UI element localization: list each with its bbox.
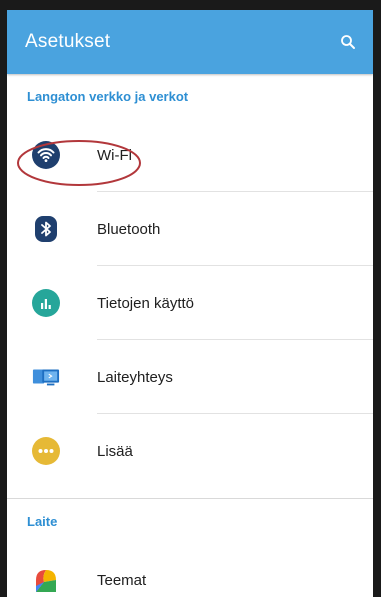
settings-item-device-connection[interactable]: Laiteyhteys bbox=[7, 340, 373, 414]
settings-item-themes[interactable]: Teemat bbox=[7, 543, 373, 597]
settings-item-label: Wi-Fi bbox=[97, 146, 132, 164]
themes-icon bbox=[36, 570, 56, 592]
settings-item-bluetooth[interactable]: Bluetooth bbox=[7, 192, 373, 266]
search-icon bbox=[341, 35, 355, 49]
settings-item-data-usage[interactable]: Tietojen käyttö bbox=[7, 266, 373, 340]
settings-item-label: Tietojen käyttö bbox=[97, 294, 194, 312]
settings-item-more[interactable]: Lisää bbox=[7, 414, 373, 488]
search-button[interactable] bbox=[337, 31, 359, 53]
more-icon bbox=[32, 437, 60, 465]
page-title: Asetukset bbox=[25, 31, 111, 52]
section-separator bbox=[7, 488, 373, 499]
app-bar: Asetukset bbox=[7, 10, 373, 74]
settings-item-label: Teemat bbox=[97, 571, 147, 589]
bluetooth-icon bbox=[35, 216, 57, 242]
section-header-wireless: Langaton verkko ja verkot bbox=[27, 88, 189, 104]
data-usage-icon bbox=[32, 289, 60, 317]
settings-item-wifi[interactable]: Wi-Fi bbox=[7, 118, 373, 192]
settings-item-label: Bluetooth bbox=[97, 220, 161, 238]
settings-item-label: Lisää bbox=[97, 442, 133, 460]
settings-screen: Asetukset Langaton verkko ja verkot Wi-F… bbox=[7, 10, 373, 597]
section-header-device: Laite bbox=[27, 513, 58, 529]
settings-item-label: Laiteyhteys bbox=[97, 368, 173, 386]
wifi-icon bbox=[32, 141, 60, 169]
device-connection-icon bbox=[32, 369, 60, 386]
